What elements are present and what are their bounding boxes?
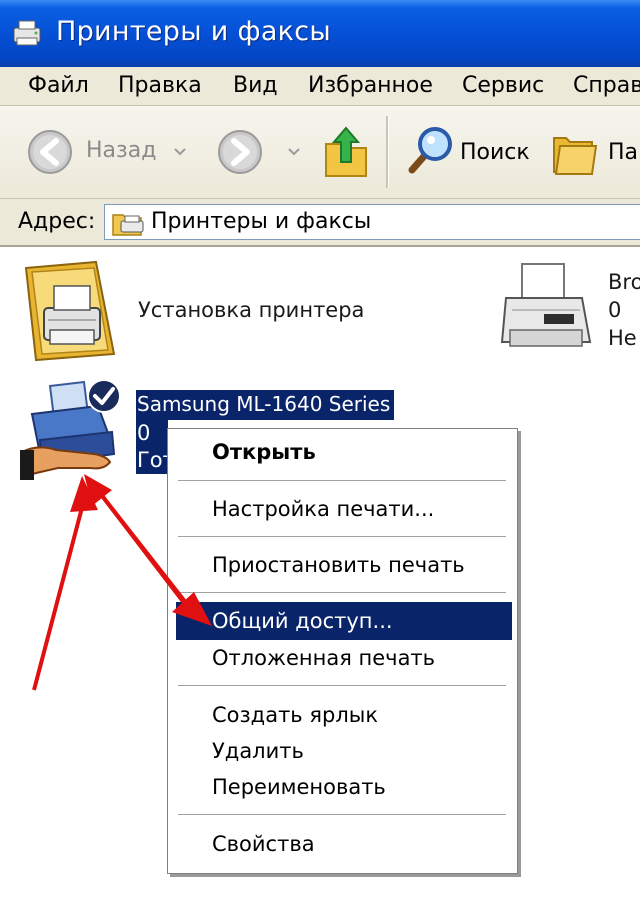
- folders-button[interactable]: Па: [552, 126, 640, 182]
- address-bar: Адрес: Принтеры и факсы: [0, 199, 640, 247]
- toolbar-separator: [386, 116, 389, 188]
- menu-help[interactable]: Справ: [573, 73, 640, 98]
- menu-separator: [178, 685, 506, 686]
- printer-status-bro: Не: [608, 326, 637, 350]
- menu-item-create-shortcut[interactable]: Создать ярлык: [212, 703, 378, 727]
- back-label: Назад: [86, 138, 157, 163]
- forward-arrow-icon: [218, 130, 262, 174]
- chevron-down-icon: [174, 148, 186, 156]
- printer-folder-icon: [112, 214, 144, 236]
- back-arrow-icon: [28, 130, 72, 174]
- printer-docs-samsung: 0: [137, 421, 151, 445]
- printer-folder-icon: [12, 18, 46, 48]
- title-bar: Принтеры и факсы: [0, 0, 640, 67]
- folders-icon: [553, 137, 598, 175]
- folder-up-icon: [325, 126, 367, 177]
- menu-tools[interactable]: Сервис: [462, 73, 544, 98]
- address-label: Адрес:: [18, 209, 96, 234]
- menu-item-deferred-printing[interactable]: Отложенная печать: [212, 646, 435, 670]
- add-printer-label: Установка принтера: [138, 298, 365, 322]
- add-printer-item[interactable]: [22, 258, 118, 362]
- printer-name-bro: Bro: [608, 270, 640, 294]
- menu-bar: Файл Правка Вид Избранное Сервис Справ: [0, 67, 640, 106]
- menu-separator: [178, 592, 506, 593]
- printer-item-bro[interactable]: [500, 258, 596, 358]
- menu-item-open[interactable]: Открыть: [212, 440, 316, 464]
- forward-button[interactable]: [216, 128, 302, 174]
- menu-item-pause-printing[interactable]: Приостановить печать: [212, 553, 465, 577]
- menu-item-delete[interactable]: Удалить: [212, 739, 304, 763]
- menu-item-print-settings[interactable]: Настройка печати...: [212, 497, 434, 521]
- search-label: Поиск: [460, 140, 530, 165]
- folders-label: Па: [608, 140, 639, 165]
- chevron-down-icon: [288, 148, 300, 156]
- up-folder-button[interactable]: [322, 122, 370, 180]
- menu-favorites[interactable]: Избранное: [308, 73, 433, 98]
- default-printer-check-icon: [86, 378, 122, 414]
- printer-icon: [500, 263, 592, 347]
- menu-separator: [178, 480, 506, 481]
- menu-view[interactable]: Вид: [233, 73, 278, 98]
- toolbar: Назад Поиск Па: [0, 106, 640, 199]
- menu-item-sharing-label: Общий доступ...: [212, 609, 393, 633]
- back-button[interactable]: Назад: [26, 128, 186, 174]
- printer-name-samsung: Samsung ML-1640 Series: [137, 392, 391, 416]
- menu-file[interactable]: Файл: [28, 73, 89, 98]
- menu-edit[interactable]: Правка: [118, 73, 202, 98]
- window-title: Принтеры и факсы: [56, 16, 332, 47]
- menu-item-properties[interactable]: Свойства: [212, 832, 315, 856]
- search-icon: [408, 127, 452, 174]
- search-button[interactable]: Поиск: [402, 124, 532, 180]
- context-menu: Открыть Настройка печати... Приостановит…: [167, 428, 518, 874]
- add-printer-icon: [24, 260, 116, 362]
- menu-item-rename[interactable]: Переименовать: [212, 775, 386, 799]
- address-field[interactable]: Принтеры и факсы: [104, 204, 640, 240]
- printer-docs-bro: 0: [608, 298, 622, 322]
- menu-separator: [178, 814, 506, 815]
- annotation-arrow-up: [32, 476, 98, 691]
- address-value: Принтеры и факсы: [151, 209, 372, 234]
- menu-separator: [178, 536, 506, 537]
